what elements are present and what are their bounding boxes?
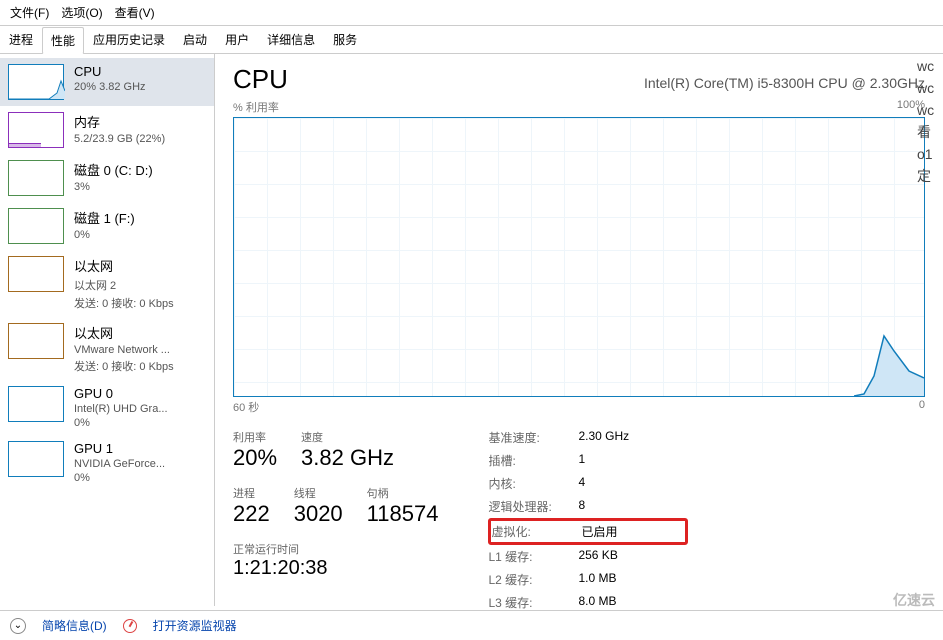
tab-performance[interactable]: 性能 [42, 27, 84, 54]
sidebar: CPU 20% 3.82 GHz 内存 5.2/23.9 GB (22%) 磁盘 0 (… [0, 54, 215, 606]
spec-lproc-v: 8 [578, 498, 688, 515]
sidebar-item-mem-1[interactable]: 内存 5.2/23.9 GB (22%) [0, 106, 214, 154]
sidebar-item-label: 以太网 [74, 323, 174, 342]
thumb-disk-icon [8, 160, 64, 196]
stat-handles: 句柄 118574 [367, 485, 439, 527]
spec-table: 基准速度: 2.30 GHz 插槽: 1 内核: 4 逻辑处理器: 8 虚拟化:… [488, 429, 688, 611]
resource-monitor-icon[interactable] [123, 619, 137, 633]
sidebar-item-sub: 5.2/23.9 GB (22%) [74, 133, 165, 145]
thumb-mem-icon [8, 112, 64, 148]
chevron-down-icon[interactable]: ⌄ [10, 618, 26, 634]
footer: ⌄ 简略信息(D) 打开资源监视器 [0, 610, 943, 640]
brief-info-link[interactable]: 简略信息(D) [42, 617, 107, 634]
spec-l1-k: L1 缓存: [488, 548, 578, 565]
thumb-eth-icon [8, 323, 64, 359]
sidebar-item-label: GPU 1 [74, 441, 165, 456]
spec-l2-k: L2 缓存: [488, 571, 578, 588]
spec-sockets-k: 插槽: [488, 452, 578, 469]
menu-view[interactable]: 查看(V) [115, 4, 155, 21]
sidebar-item-label: 磁盘 0 (C: D:) [74, 160, 153, 179]
tab-apphistory[interactable]: 应用历史记录 [84, 26, 174, 53]
sidebar-item-cpu-0[interactable]: CPU 20% 3.82 GHz [0, 58, 214, 106]
sidebar-item-gpu-6[interactable]: GPU 0 Intel(R) UHD Gra... 0% [0, 380, 214, 435]
sidebar-item-sub: 0% [74, 229, 135, 241]
page-title: CPU [233, 64, 288, 95]
stat-uptime: 正常运行时间 1:21:20:38 [233, 541, 438, 580]
spec-lproc-k: 逻辑处理器: [488, 498, 578, 515]
sidebar-item-disk-2[interactable]: 磁盘 0 (C: D:) 3% [0, 154, 214, 202]
sidebar-item-label: GPU 0 [74, 386, 168, 401]
cpu-chart [233, 117, 925, 397]
chart-x-left: 60 秒 [233, 399, 259, 415]
stat-speed: 速度 3.82 GHz [301, 429, 394, 471]
tab-startup[interactable]: 启动 [174, 26, 216, 53]
thumb-gpu-icon [8, 441, 64, 477]
chart-line-icon [854, 316, 924, 396]
spec-l2-v: 1.0 MB [578, 571, 688, 588]
chart-y-label: % 利用率 [233, 99, 279, 115]
sidebar-item-sub2: 发送: 0 接收: 0 Kbps [74, 358, 174, 374]
tab-bar: 进程 性能 应用历史记录 启动 用户 详细信息 服务 [0, 26, 943, 54]
spec-sockets-v: 1 [578, 452, 688, 469]
sidebar-item-eth-5[interactable]: 以太网 VMware Network ... 发送: 0 接收: 0 Kbps [0, 317, 214, 380]
sidebar-item-sub: 以太网 2 [74, 277, 174, 293]
cpu-model: Intel(R) Core(TM) i5-8300H CPU @ 2.30GHz [644, 75, 925, 91]
spec-cores-v: 4 [578, 475, 688, 492]
tab-users[interactable]: 用户 [216, 26, 258, 53]
sidebar-item-sub: Intel(R) UHD Gra... [74, 403, 168, 415]
menu-file[interactable]: 文件(F) [10, 4, 49, 21]
spec-virt-k: 虚拟化: [491, 523, 581, 540]
spec-base-v: 2.30 GHz [578, 429, 688, 446]
thumb-disk-icon [8, 208, 64, 244]
open-resmon-link[interactable]: 打开资源监视器 [153, 617, 237, 634]
chart-x-right: 0 [919, 399, 925, 415]
spec-base-k: 基准速度: [488, 429, 578, 446]
menu-bar: 文件(F) 选项(O) 查看(V) [0, 0, 943, 26]
watermark-logo: 亿速云 [893, 590, 935, 610]
sidebar-item-label: 磁盘 1 (F:) [74, 208, 135, 227]
stat-processes: 进程 222 [233, 485, 270, 527]
spec-l1-v: 256 KB [578, 548, 688, 565]
sidebar-item-eth-4[interactable]: 以太网以太网 2 发送: 0 接收: 0 Kbps [0, 250, 214, 317]
spec-l3-k: L3 缓存: [488, 594, 578, 611]
sidebar-item-sub: 20% 3.82 GHz [74, 81, 146, 93]
tab-details[interactable]: 详细信息 [258, 26, 324, 53]
spec-cores-k: 内核: [488, 475, 578, 492]
sidebar-item-gpu-7[interactable]: GPU 1 NVIDIA GeForce... 0% [0, 435, 214, 490]
stat-threads: 线程 3020 [294, 485, 343, 527]
sidebar-item-sub2: 0% [74, 472, 165, 484]
sidebar-item-label: 内存 [74, 112, 165, 131]
tab-processes[interactable]: 进程 [0, 26, 42, 53]
menu-options[interactable]: 选项(O) [61, 4, 102, 21]
sidebar-item-sub: NVIDIA GeForce... [74, 458, 165, 470]
sidebar-item-sub: 3% [74, 181, 153, 193]
tab-services[interactable]: 服务 [324, 26, 366, 53]
virtualization-highlight: 虚拟化: 已启用 [488, 518, 688, 545]
sidebar-item-label: CPU [74, 64, 146, 79]
content-pane: CPU Intel(R) Core(TM) i5-8300H CPU @ 2.3… [215, 54, 943, 606]
sidebar-item-sub2: 0% [74, 417, 168, 429]
thumb-cpu-icon [8, 64, 64, 100]
stat-utilization: 利用率 20% [233, 429, 277, 471]
clipped-right-text: wcwcwc看o1定 [917, 55, 943, 187]
sidebar-item-sub: VMware Network ... [74, 344, 174, 356]
spec-l3-v: 8.0 MB [578, 594, 688, 611]
thumb-eth-icon [8, 256, 64, 292]
sidebar-item-label: 以太网 [74, 256, 174, 275]
sidebar-item-disk-3[interactable]: 磁盘 1 (F:) 0% [0, 202, 214, 250]
spec-virt-v: 已启用 [581, 523, 691, 540]
thumb-gpu-icon [8, 386, 64, 422]
sidebar-item-sub2: 发送: 0 接收: 0 Kbps [74, 295, 174, 311]
